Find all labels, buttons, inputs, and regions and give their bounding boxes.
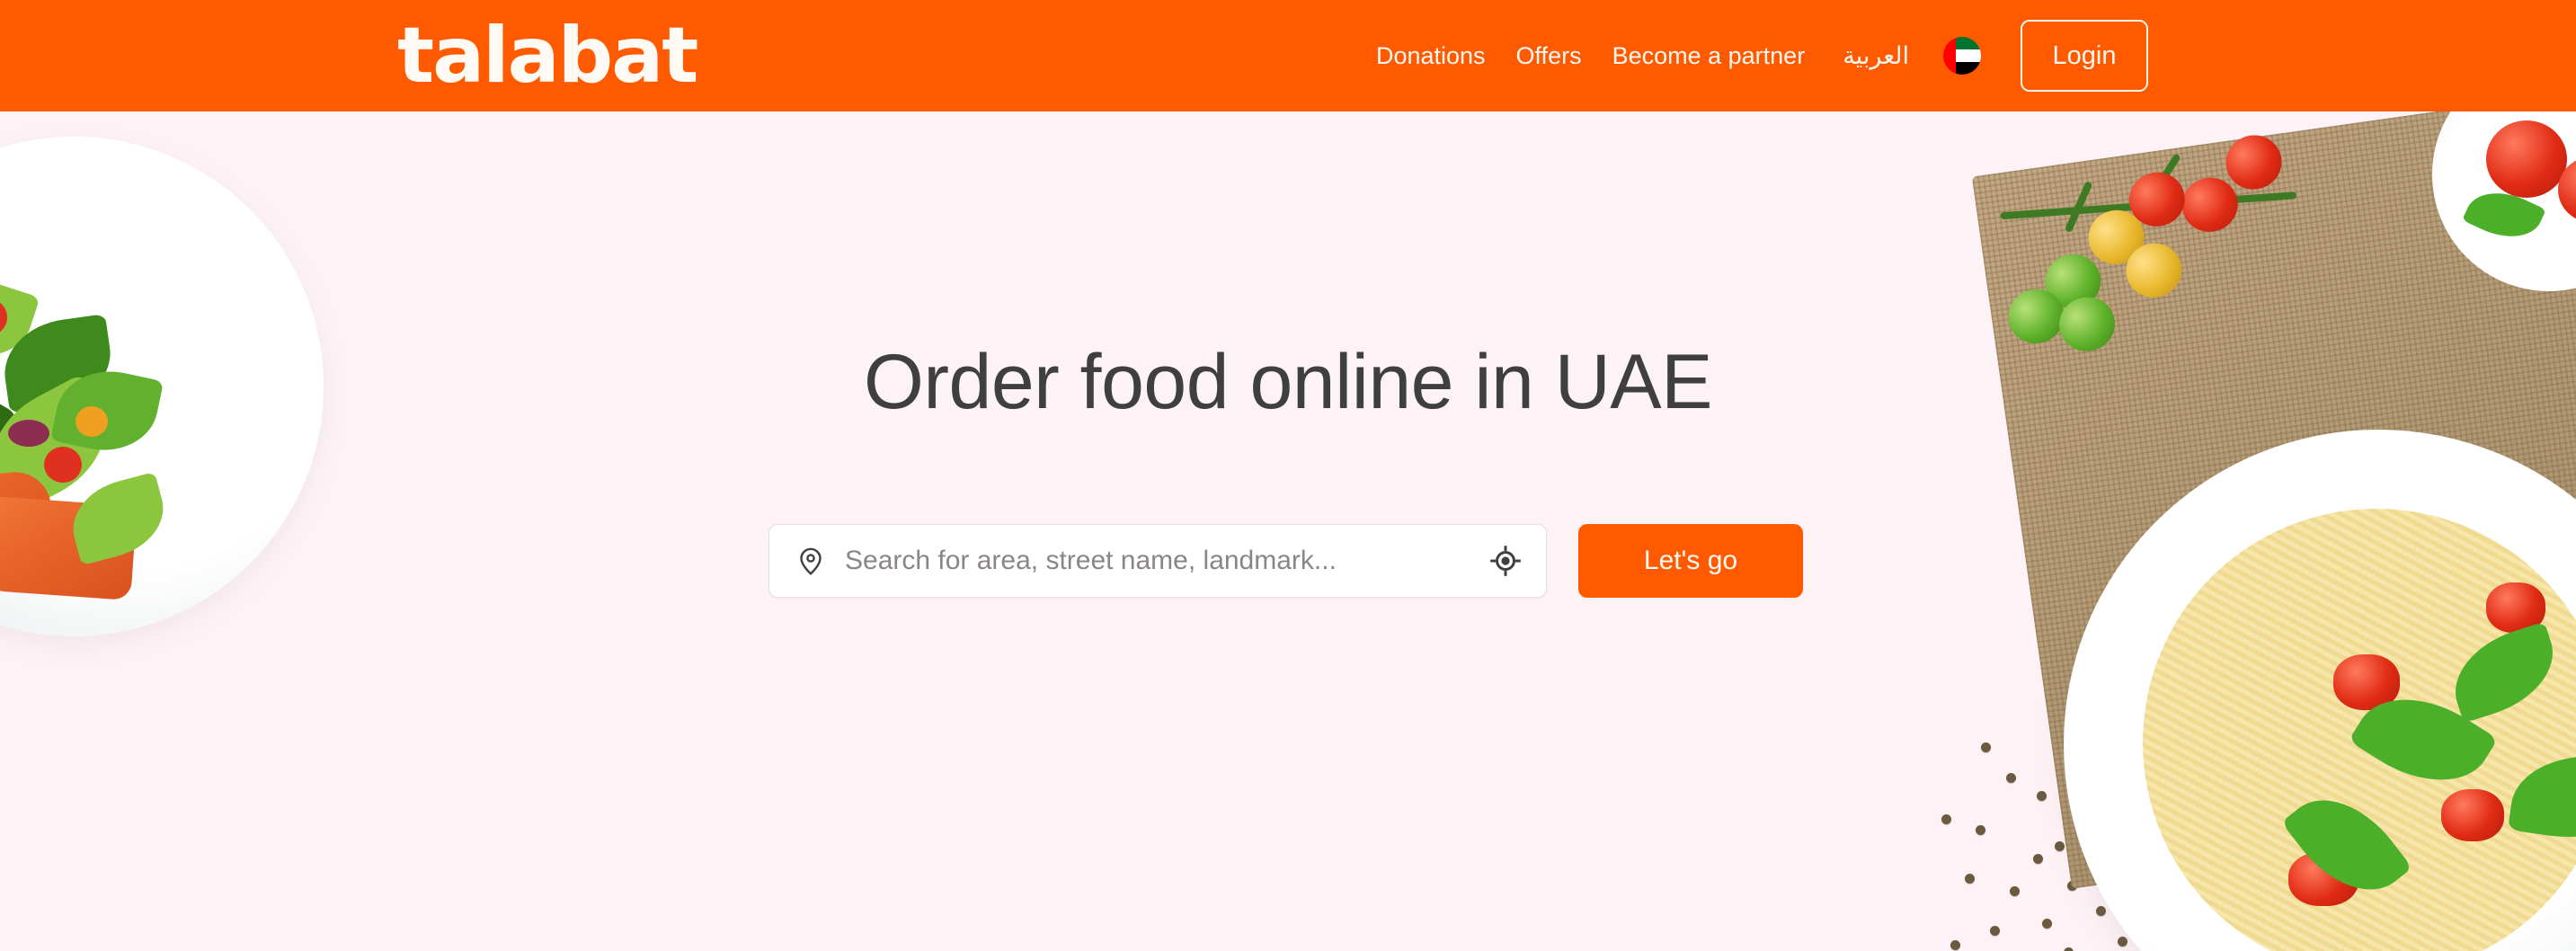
lets-go-button[interactable]: Let's go xyxy=(1578,524,1803,598)
nav-item-become-a-partner[interactable]: Become a partner xyxy=(1612,0,1806,111)
nav-item-donations[interactable]: Donations xyxy=(1376,0,1486,111)
salad-plate-image xyxy=(0,137,327,847)
map-pin-icon xyxy=(795,545,827,577)
gps-crosshair-icon[interactable] xyxy=(1488,544,1523,578)
site-header: talabat Donations Offers Become a partne… xyxy=(0,0,2576,111)
language-switch-arabic[interactable]: العربية xyxy=(1843,0,1909,111)
salad-contents xyxy=(0,267,174,600)
flag-green-stripe xyxy=(1955,37,1981,50)
pasta-plate-image xyxy=(1965,111,2576,951)
talabat-logo[interactable]: talabat xyxy=(397,7,698,104)
main-navigation: Donations Offers Become a partner العربي… xyxy=(1376,0,2148,111)
flag-white-stripe xyxy=(1955,49,1981,62)
page-title: Order food online in UAE xyxy=(863,339,1713,425)
location-search-row: Let's go xyxy=(768,524,1803,598)
flag-black-stripe xyxy=(1955,61,1981,75)
uae-flag-icon[interactable] xyxy=(1943,37,1981,75)
location-search-box[interactable] xyxy=(768,524,1547,598)
nav-item-offers[interactable]: Offers xyxy=(1516,0,1582,111)
login-button[interactable]: Login xyxy=(2021,20,2148,92)
hero-section: Order food online in UAE Search for area… xyxy=(0,111,2576,951)
search-input[interactable] xyxy=(845,546,1488,576)
flag-red-band xyxy=(1943,37,1956,75)
